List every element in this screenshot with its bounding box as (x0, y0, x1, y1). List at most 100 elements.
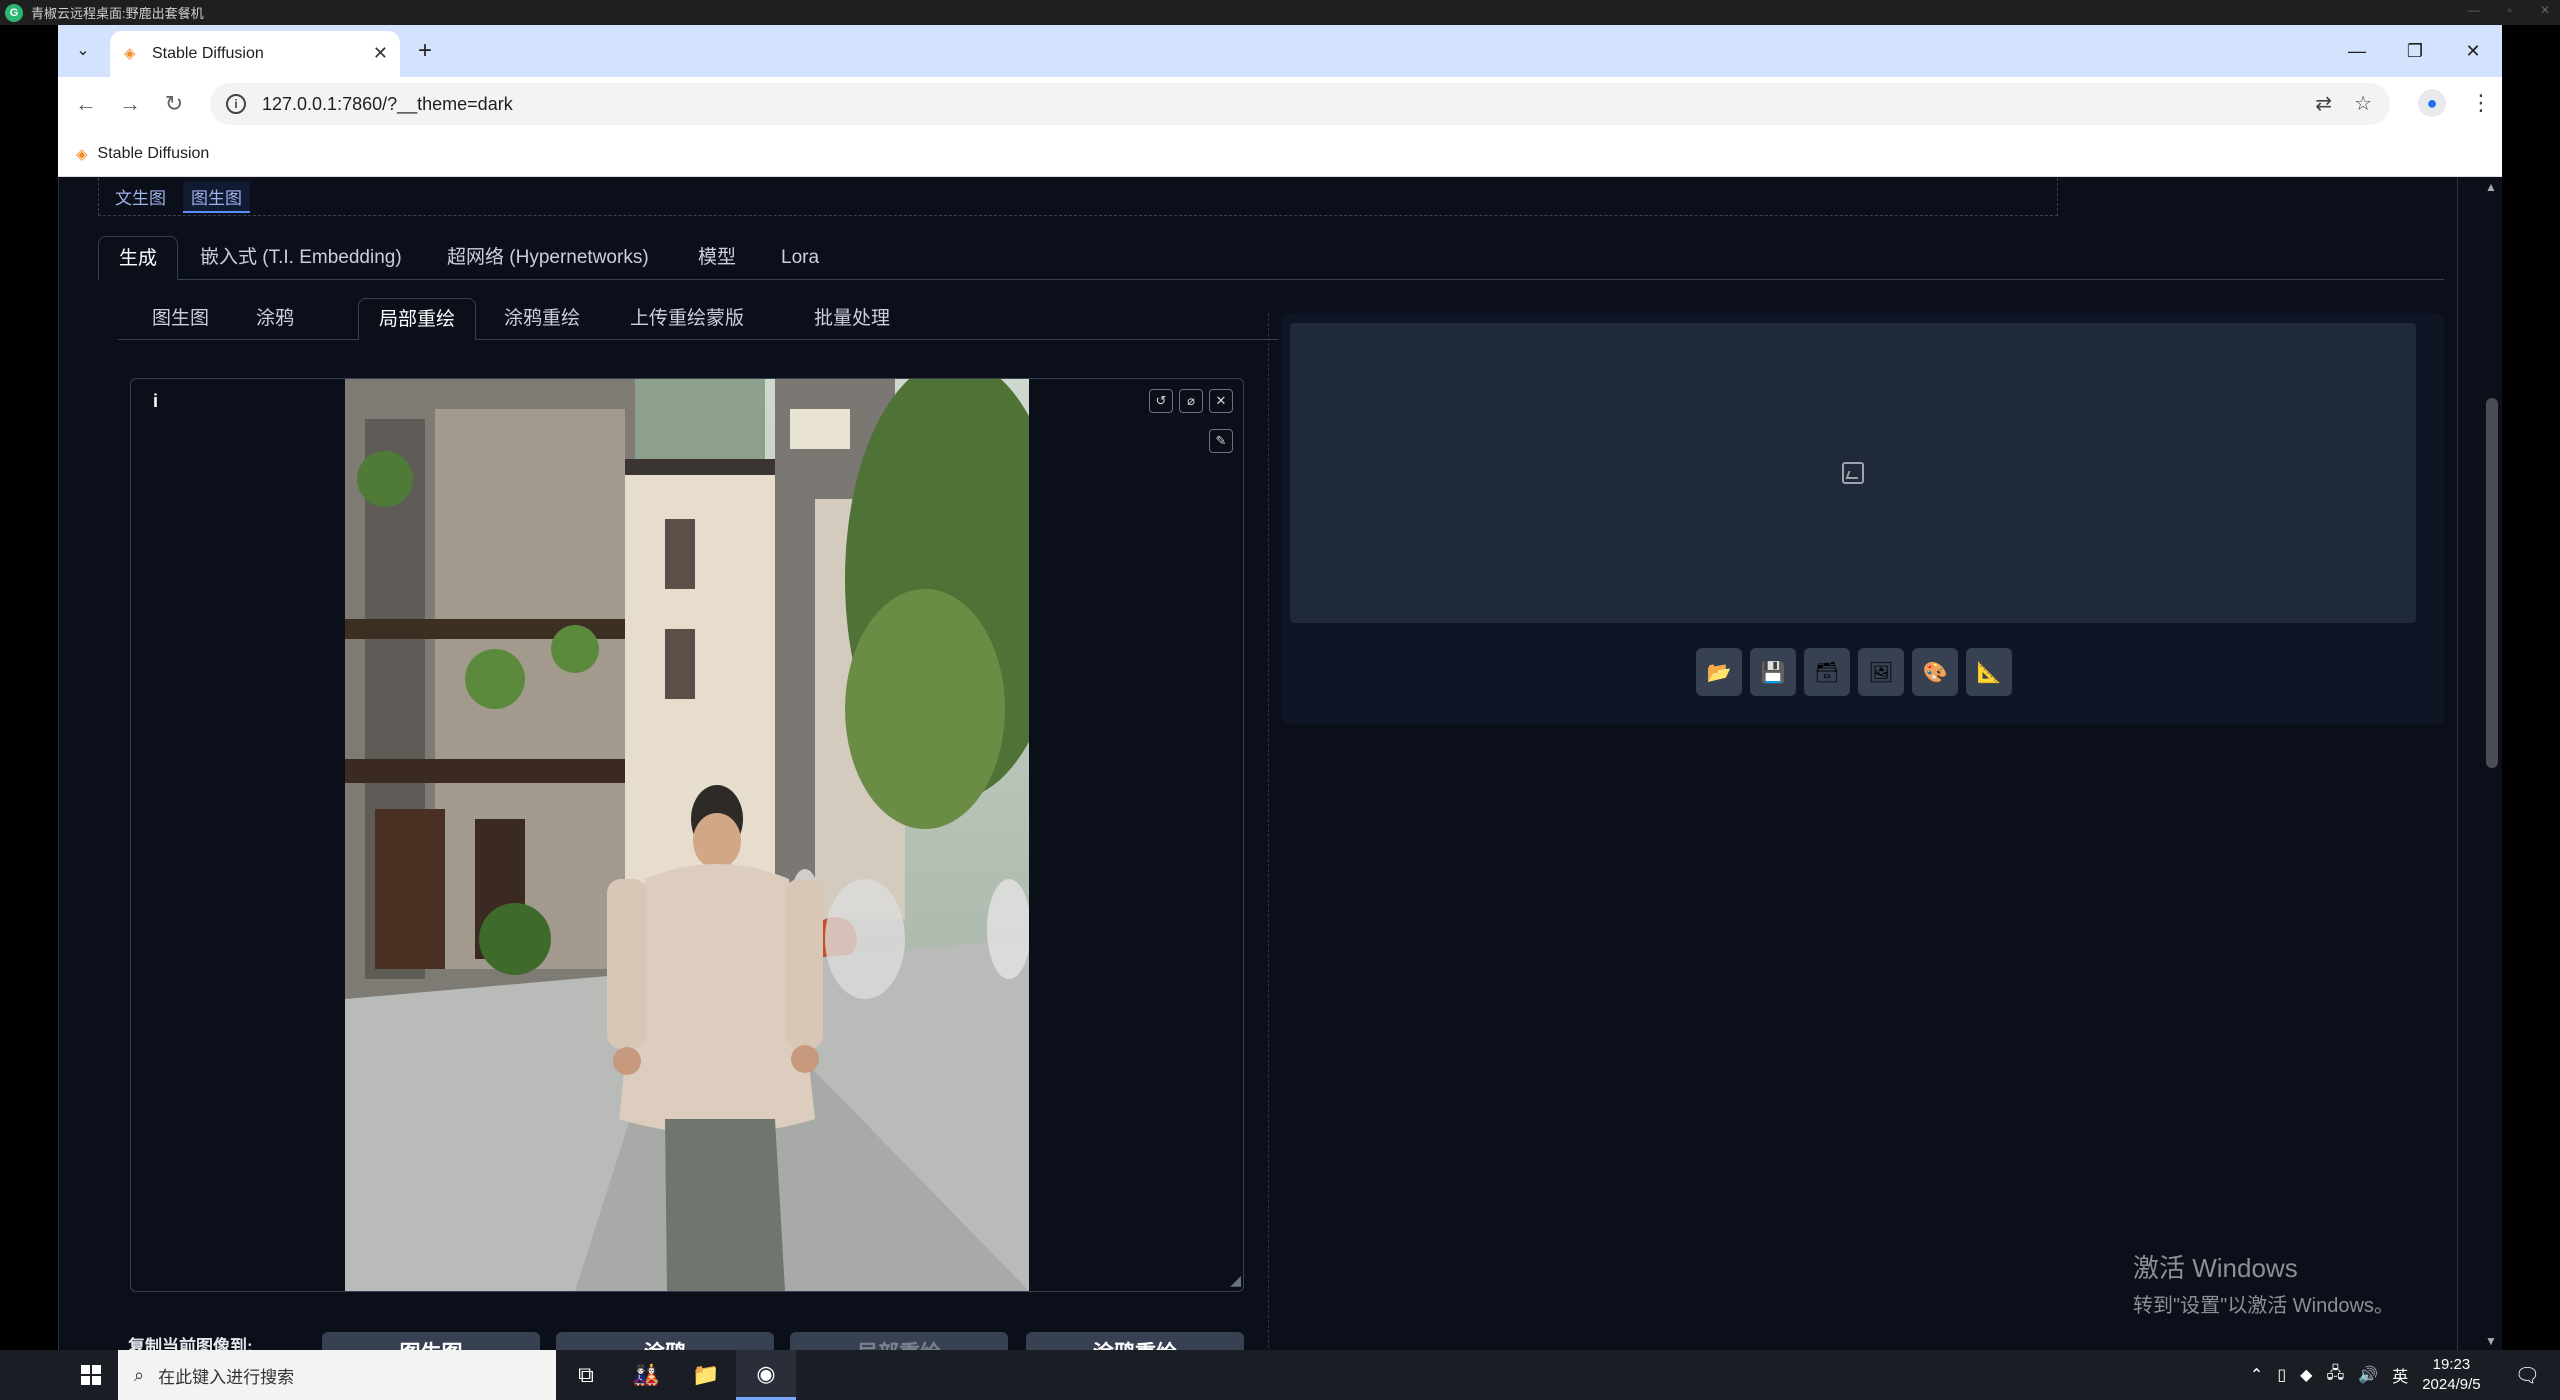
taskbar-search[interactable]: ⌕ 在此键入进行搜索 (118, 1350, 556, 1400)
taskbar-search-placeholder: 在此键入进行搜索 (158, 1367, 295, 1387)
save-icon[interactable]: 💾 (1750, 648, 1796, 696)
scroll-thumb[interactable] (2486, 398, 2498, 768)
tab-models[interactable]: 模型 (678, 236, 756, 280)
bookmarks-bar: ◈ Stable Diffusion (58, 131, 2502, 177)
column-divider (1268, 313, 1269, 1350)
system-tray: ⌃ ▯ ◆ 🖧 🔊 英 19:23 2024/9/5 🗨 (2250, 1350, 2560, 1400)
zip-icon[interactable]: 🗃 (1804, 648, 1850, 696)
notification-icon[interactable]: 🗨 (2515, 1363, 2540, 1388)
info-icon[interactable]: i (153, 391, 158, 412)
network-icon[interactable]: 🖧 (2326, 1362, 2344, 1389)
send-to-img2img-icon[interactable]: 🖼 (1858, 648, 1904, 696)
ime-indicator[interactable]: 英 (2392, 1363, 2408, 1387)
tab-title: Stable Diffusion (152, 45, 264, 62)
clock-date: 2024/9/5 (2422, 1376, 2481, 1393)
main-tabs: 生成 嵌入式 (T.I. Embedding) 超网络 (Hypernetwor… (98, 236, 2444, 280)
subtab-sketch[interactable]: 涂鸦 (236, 298, 314, 340)
street-photo (345, 379, 1029, 1291)
subtab-img2img[interactable]: 图生图 (132, 298, 229, 340)
tab-search-icon[interactable]: ⌄ (70, 38, 96, 64)
mode-tabs-panel: 文生图 图生图 (98, 178, 2058, 216)
bookmark-item[interactable]: Stable Diffusion (98, 145, 210, 163)
site-info-icon[interactable]: i (226, 94, 246, 114)
output-gallery[interactable] (1290, 323, 2416, 623)
editor-toolbar: ↺ ⌀ ✕ (1149, 389, 1233, 413)
chrome-icon[interactable]: ◉ (736, 1350, 796, 1400)
volume-icon[interactable]: 🔊 (2358, 1365, 2378, 1385)
tab-lora[interactable]: Lora (761, 236, 839, 280)
browser-window: ⌄ ◈ Stable Diffusion ✕ + — ❐ ✕ ← → ↻ i 1… (58, 25, 2502, 1350)
close-icon[interactable]: ✕ (1209, 389, 1233, 413)
clear-icon[interactable]: ⌀ (1179, 389, 1203, 413)
copy-to-inpaint-sketch-button[interactable]: 涂鸦重绘 (1026, 1332, 1244, 1350)
tab-generate[interactable]: 生成 (98, 236, 179, 280)
subtab-inpaint-upload[interactable]: 上传重绘蒙版 (610, 298, 764, 340)
start-button[interactable] (64, 1350, 118, 1400)
brush-icon[interactable]: ✎ (1209, 429, 1233, 453)
copy-to-inpaint-button[interactable]: 局部重绘 (790, 1332, 1008, 1350)
tab-hypernetworks[interactable]: 超网络 (Hypernetworks) (427, 236, 669, 280)
windows-taskbar: ⌕ 在此键入进行搜索 ⧉ 🎎 📁 ◉ ⌃ ▯ ◆ 🖧 🔊 英 19:23 202… (0, 1350, 2560, 1400)
tab-close-icon[interactable]: ✕ (373, 43, 388, 64)
bookmark-star-icon[interactable]: ☆ (2354, 91, 2372, 116)
send-to-inpaint-icon[interactable]: 🎨 (1912, 648, 1958, 696)
scroll-up-icon[interactable]: ▲ (2485, 180, 2497, 194)
file-explorer-icon[interactable]: 📁 (676, 1350, 736, 1400)
subtab-batch[interactable]: 批量处理 (794, 298, 910, 340)
resize-handle-icon[interactable]: ◢ (1230, 1272, 1241, 1289)
webui-page: 文生图 图生图 生成 嵌入式 (T.I. Embedding) 超网络 (Hyp… (58, 178, 2502, 1350)
windows-activation-watermark: 激活 Windows 转到"设置"以激活 Windows。 (2133, 1248, 2394, 1318)
tab-strip: ⌄ ◈ Stable Diffusion ✕ + — ❐ ✕ (58, 25, 2502, 77)
browser-tab[interactable]: ◈ Stable Diffusion ✕ (110, 31, 400, 77)
app-icon[interactable]: 🎎 (616, 1350, 676, 1400)
translate-icon[interactable]: ⇄ (2315, 91, 2332, 116)
mode-tab-img2img[interactable]: 图生图 (183, 182, 250, 213)
stable-diffusion-favicon-icon: ◈ (124, 45, 136, 62)
send-to-extras-icon[interactable]: 📐 (1966, 648, 2012, 696)
subtab-inpaint-sketch[interactable]: 涂鸦重绘 (484, 298, 600, 340)
inpaint-canvas[interactable]: i ↺ ⌀ ✕ ✎ ◢ (130, 378, 1244, 1292)
reload-icon[interactable]: ↻ (160, 91, 188, 117)
restore-icon[interactable]: ❐ (2386, 25, 2444, 77)
url-text[interactable]: 127.0.0.1:7860/?__theme=dark (262, 94, 513, 115)
copy-to-sketch-button[interactable]: 涂鸦 (556, 1332, 774, 1350)
remote-desktop-logo-icon: G (5, 3, 23, 22)
folder-icon[interactable]: 📂 (1696, 648, 1742, 696)
right-margin (2502, 25, 2560, 1350)
search-icon: ⌕ (134, 1364, 145, 1385)
windows-logo-icon (81, 1365, 101, 1385)
remote-restore-icon[interactable]: ▫ (2508, 3, 2512, 17)
forward-icon[interactable]: → (116, 91, 144, 117)
copy-to-img2img-button[interactable]: 图生图 (322, 1332, 540, 1350)
close-window-icon[interactable]: ✕ (2444, 25, 2502, 77)
clock-time: 19:23 (2432, 1356, 2471, 1373)
task-view-icon[interactable]: ⧉ (556, 1350, 616, 1400)
minimize-icon[interactable]: — (2328, 25, 2386, 77)
clock[interactable]: 19:23 2024/9/5 (2422, 1355, 2480, 1395)
tray-overflow-icon[interactable]: ⌃ (2250, 1365, 2263, 1385)
remote-desktop-titlebar: G 青椒云远程桌面:野鹿出套餐机 — ▫ ✕ (0, 0, 2560, 25)
remote-window-controls[interactable]: — ▫ ✕ (2468, 3, 2550, 17)
page-scrollbar[interactable]: ▲ ▼ (2480, 178, 2502, 1350)
bookmark-favicon-icon: ◈ (76, 145, 88, 163)
inpaint-source-image[interactable] (345, 379, 1029, 1291)
tab-embedding[interactable]: 嵌入式 (T.I. Embedding) (180, 236, 422, 280)
profile-avatar-icon[interactable]: ● (2418, 89, 2446, 117)
address-bar[interactable]: i 127.0.0.1:7860/?__theme=dark ⇄ ☆ (210, 83, 2390, 125)
scroll-down-icon[interactable]: ▼ (2485, 1334, 2497, 1348)
mode-tab-txt2img[interactable]: 文生图 (107, 182, 174, 211)
browser-toolbar: ← → ↻ i 127.0.0.1:7860/?__theme=dark ⇄ ☆… (58, 77, 2502, 131)
left-margin (0, 25, 58, 1350)
remote-close-icon[interactable]: ✕ (2540, 3, 2550, 17)
subtab-inpaint[interactable]: 局部重绘 (358, 298, 477, 340)
remote-minimize-icon[interactable]: — (2468, 3, 2480, 17)
tray-usb-icon[interactable]: ▯ (2277, 1365, 2286, 1385)
remote-desktop-title: 青椒云远程桌面:野鹿出套餐机 (31, 6, 204, 21)
back-icon[interactable]: ← (72, 91, 100, 117)
browser-menu-icon[interactable]: ⋮ (2470, 90, 2492, 116)
new-tab-icon[interactable]: + (418, 37, 432, 65)
tray-app-icon[interactable]: ◆ (2300, 1365, 2312, 1385)
image-placeholder-icon (1842, 462, 1864, 484)
undo-icon[interactable]: ↺ (1149, 389, 1173, 413)
window-controls: — ❐ ✕ (2328, 25, 2502, 77)
